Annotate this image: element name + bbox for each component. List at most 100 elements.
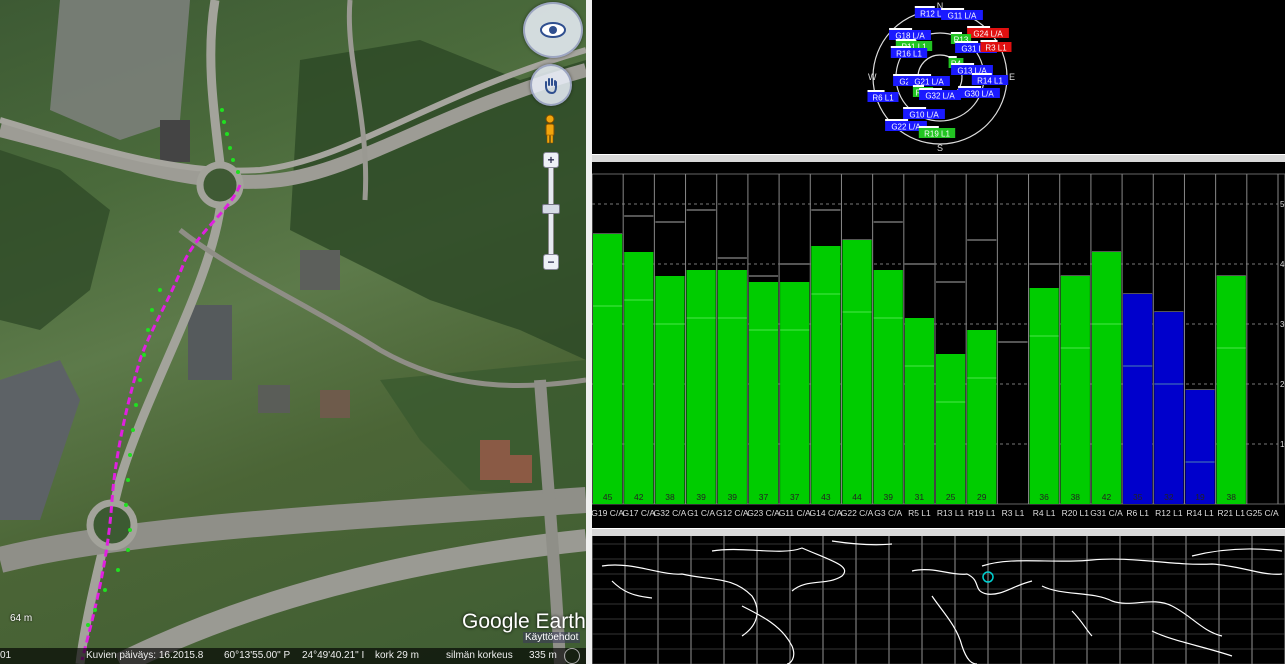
world-map-panel [592, 536, 1285, 664]
y-tick-label: 20 [1280, 380, 1285, 389]
elevation: kork 29 m [375, 650, 419, 661]
satellite-label: G22 L/A [891, 123, 921, 132]
satellite-label: R19 L1 [924, 130, 950, 139]
satellite-category-label: R13 L1 [937, 508, 965, 518]
satellite-label: R16 L1 [896, 50, 922, 59]
snr-bar [1091, 252, 1122, 504]
satellite-category-label: R14 L1 [1186, 508, 1214, 518]
satellite-label: G11 L/A [948, 12, 977, 21]
google-earth-logo: Google Earth [462, 610, 586, 633]
snr-bar [842, 240, 872, 504]
satellite-category-label: R19 L1 [968, 508, 996, 518]
snr-bar [624, 252, 654, 504]
loading-icon [564, 648, 580, 664]
zoom-out-button[interactable]: − [543, 254, 559, 270]
y-tick-label: 40 [1280, 260, 1285, 269]
coastlines [601, 540, 1283, 664]
satellite-marker: R6 L1 [867, 90, 899, 103]
satellite-marker: G24 L/A [967, 26, 1009, 39]
satellite-category-label: G19 C/A [592, 508, 624, 518]
satellite-marker: G30 L/A [958, 86, 1000, 99]
snr-value-label: 44 [852, 492, 862, 502]
eye-altitude: 335 m [529, 650, 557, 661]
snr-value-label: 25 [946, 492, 956, 502]
status-bar: 01 Kuvien päiväys: 16.2015.8 60°13'55.00… [0, 648, 586, 664]
zoom-handle[interactable] [542, 204, 560, 214]
snr-value-label: 19 [1195, 492, 1205, 502]
hand-icon [545, 78, 557, 94]
skyplot-panel: N S E W R12 L1 G11 L/A G18 L/A R11 L1 R16 L1… [592, 0, 1285, 154]
pegman-icon[interactable] [542, 114, 558, 144]
longitude: 24°49'40.21" I [302, 650, 365, 661]
zoom-slider[interactable]: + − [541, 152, 560, 270]
satellite-category-label: R12 L1 [1155, 508, 1183, 518]
snr-value-label: 42 [634, 492, 644, 502]
snr-bar [717, 270, 747, 504]
move-control[interactable] [530, 64, 572, 106]
snr-value-label: 37 [790, 492, 800, 502]
satellite-marker: G21 L/A [908, 74, 950, 87]
snr-bar [936, 354, 966, 504]
snr-bar [1123, 294, 1153, 504]
snr-bar [967, 330, 997, 504]
snr-bar [811, 246, 841, 504]
satellite-marker: R14 L1 [971, 73, 1009, 86]
satellite-category-label: R21 L1 [1218, 508, 1246, 518]
world-map [592, 536, 1285, 664]
snr-value-label: 45 [603, 492, 613, 502]
satellite-category-label: R3 L1 [1002, 508, 1025, 518]
snr-bar [780, 282, 810, 504]
satellite-category-label: G25 C/A [1246, 508, 1279, 518]
snr-value-label: 39 [728, 492, 738, 502]
snr-bar [655, 276, 685, 504]
snr-bar [1216, 276, 1246, 504]
satellite-category-label: G23 C/A [747, 508, 780, 518]
compass-w: W [868, 72, 877, 82]
snr-bar [748, 282, 779, 504]
snr-value-label: 43 [821, 492, 831, 502]
eye-altitude-label: silmän korkeus [446, 650, 513, 661]
snr-bar [1029, 288, 1059, 504]
satellite-marker: G11 L/A [941, 8, 983, 21]
scale-label: 64 m [10, 613, 33, 624]
image-date: Kuvien päiväys: 16.2015.8 [86, 650, 204, 661]
satellite-category-label: R5 L1 [908, 508, 931, 518]
snr-value-label: 36 [1039, 492, 1049, 502]
satellite-category-label: G32 C/A [654, 508, 687, 518]
compass-e: E [1009, 72, 1015, 82]
satellite-category-label: G31 C/A [1090, 508, 1123, 518]
snr-value-label: 38 [665, 492, 675, 502]
y-tick-label: 50 [1280, 200, 1285, 209]
satellite-category-label: G22 C/A [841, 508, 874, 518]
snr-value-label: 35 [1133, 492, 1143, 502]
snr-bar-chart: 45 42 38 39 39 37 37 43 44 39 31 25 29 36 38 42 35 32 19 38… [591, 173, 1285, 518]
snr-bar [904, 318, 934, 504]
satellite-category-label: G17 C/A [622, 508, 655, 518]
satellite-category-label: G12 C/A [716, 508, 749, 518]
snr-bar [873, 270, 903, 504]
terms-link[interactable]: Käyttöehdot [523, 632, 581, 643]
satellite-label: R3 L1 [985, 44, 1007, 53]
satellite-label: G10 L/A [909, 111, 939, 120]
snr-bar [1185, 390, 1215, 504]
earth-map-view[interactable]: + − 64 m Google Earth Käyttöehdot 01 Kuv… [0, 0, 586, 664]
satellite-category-label: G1 C/A [687, 508, 715, 518]
snr-value-label: 39 [883, 492, 893, 502]
satellite-label: R14 L1 [977, 77, 1003, 86]
satellite-category-label: G11 C/A [779, 508, 811, 518]
satellite-category-label: R6 L1 [1126, 508, 1149, 518]
satellite-category-label: R4 L1 [1033, 508, 1056, 518]
snr-value-label: 39 [696, 492, 706, 502]
snr-value-label: 31 [915, 492, 925, 502]
satellite-category-label: R20 L1 [1062, 508, 1090, 518]
satellite-category-label: G14 C/A [810, 508, 843, 518]
snr-value-label: 38 [1226, 492, 1236, 502]
compass-s: S [937, 143, 943, 153]
look-control[interactable] [523, 2, 583, 58]
satellite-marker: G10 L/A [903, 107, 945, 120]
satellite-label: R6 L1 [872, 94, 894, 103]
snr-chart-panel: 45 42 38 39 39 37 37 43 44 39 31 25 29 36 38 42 35 32 19 38… [591, 162, 1285, 528]
zoom-in-button[interactable]: + [543, 152, 559, 168]
satellite-label: G24 L/A [973, 30, 1003, 39]
snr-value-label: 29 [977, 492, 987, 502]
